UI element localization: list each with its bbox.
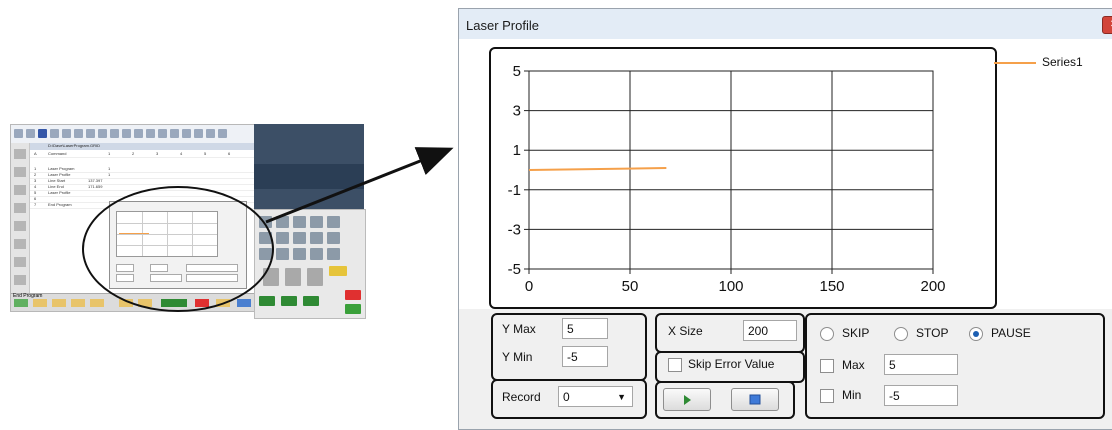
- min-checkbox[interactable]: [820, 389, 834, 403]
- pause-radio-label: PAUSE: [991, 326, 1031, 340]
- record-select[interactable]: 0 ▼: [558, 386, 633, 407]
- max-checkbox[interactable]: [820, 359, 834, 373]
- stop-icon: [749, 394, 761, 405]
- stop-radio[interactable]: [894, 327, 908, 341]
- y-min-input[interactable]: -5: [562, 346, 608, 367]
- x-size-label: X Size: [668, 324, 703, 338]
- window-title: Laser Profile: [466, 18, 539, 33]
- legend-series1-label: Series1: [1042, 55, 1083, 69]
- max-input[interactable]: 5: [884, 354, 958, 375]
- skip-radio[interactable]: [820, 327, 834, 341]
- stop-radio-label: STOP: [916, 326, 949, 340]
- laser-profile-window: Laser Profile ✕ 050100150200531-1-3-5 Se…: [458, 8, 1112, 430]
- chart-plot-highlight: [489, 47, 997, 309]
- pause-radio[interactable]: [969, 327, 983, 341]
- stop-button[interactable]: [731, 388, 779, 411]
- skip-error-label: Skip Error Value: [688, 357, 775, 371]
- min-input[interactable]: -5: [884, 385, 958, 406]
- record-selected-value: 0: [563, 390, 570, 404]
- window-titlebar: Laser Profile ✕: [459, 9, 1112, 40]
- min-label: Min: [842, 388, 862, 402]
- y-max-label: Y Max: [502, 322, 536, 336]
- y-max-input[interactable]: 5: [562, 318, 608, 339]
- skip-radio-label: SKIP: [842, 326, 870, 340]
- max-label: Max: [842, 358, 865, 372]
- record-label: Record: [502, 390, 541, 404]
- y-min-label: Y Min: [502, 350, 533, 364]
- skip-error-checkbox[interactable]: [668, 358, 682, 372]
- play-icon: [684, 395, 691, 405]
- chevron-down-icon: ▼: [617, 392, 626, 402]
- x-size-input[interactable]: 200: [743, 320, 797, 341]
- legend-series1-swatch: [994, 62, 1036, 64]
- play-button[interactable]: [663, 388, 711, 411]
- close-button[interactable]: ✕: [1102, 16, 1112, 34]
